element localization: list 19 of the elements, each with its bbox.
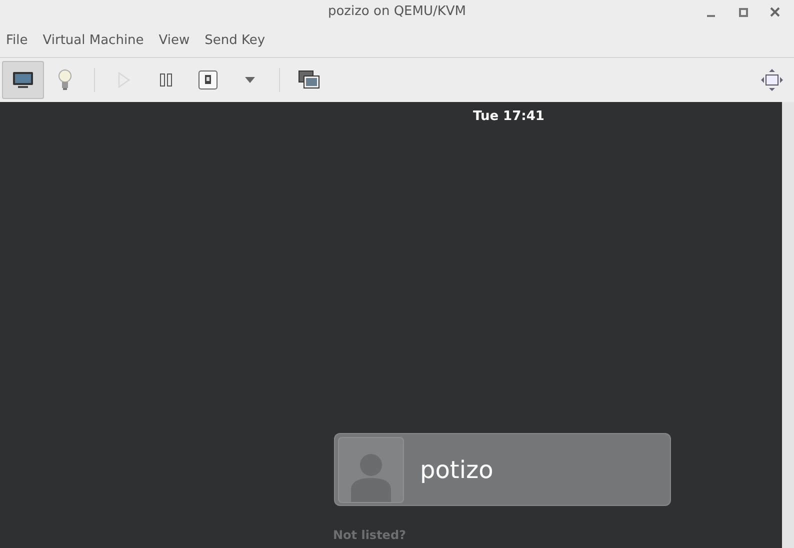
screens-icon [298, 70, 320, 90]
scrollbar[interactable] [782, 102, 794, 548]
menu-item[interactable]: Virtual Machine [42, 30, 144, 50]
menu-item[interactable]: View [158, 30, 190, 50]
menu-item[interactable]: File [6, 30, 28, 50]
clock: Tue 17:41 [473, 108, 544, 126]
maximize-button[interactable] [739, 8, 748, 16]
caret-icon [245, 77, 255, 83]
toolbar-button[interactable] [2, 61, 44, 99]
power-switch-icon [198, 70, 218, 90]
avatar [338, 436, 404, 502]
menu-item[interactable]: Send Key [204, 30, 266, 50]
user-card[interactable]: potizo [334, 433, 671, 506]
window-title: pozizo on QEMU/KVM [328, 3, 466, 22]
fullscreen-icon [760, 68, 784, 92]
lightbulb-icon [57, 69, 73, 91]
close-button[interactable] [770, 7, 780, 17]
pause-icon [159, 73, 173, 87]
monitor-icon [12, 71, 34, 89]
